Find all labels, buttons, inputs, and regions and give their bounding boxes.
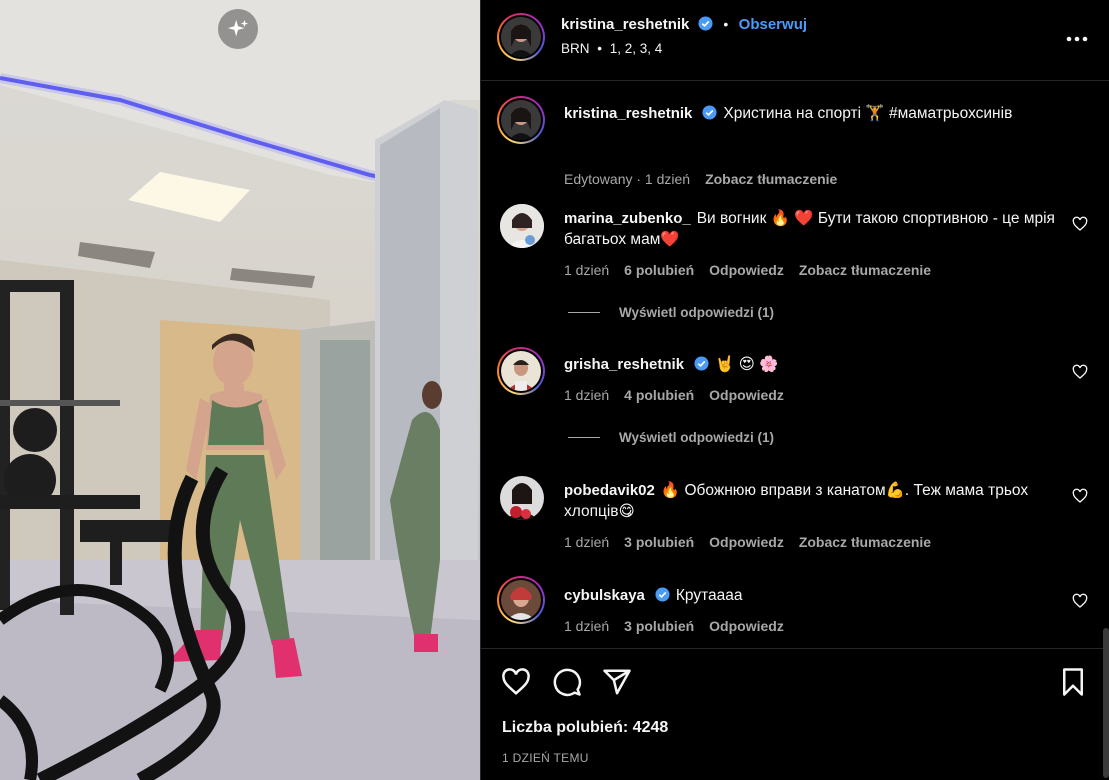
comment-avatar[interactable] bbox=[497, 347, 545, 395]
comment-time: 1 dzień bbox=[564, 387, 610, 403]
comment-text-row: pobedavik02 🔥 Обожнюю вправи з канатом💪. … bbox=[564, 480, 1064, 522]
comment-avatar[interactable] bbox=[497, 576, 545, 624]
comment-item: grisha_reshetnik 🤘 😍 🌸 1 dzień 4 polubień… bbox=[481, 347, 1109, 467]
post-media[interactable] bbox=[0, 0, 480, 780]
caption: kristina_reshetnik Христина на спорті 🏋️ … bbox=[481, 96, 1109, 187]
reply-button[interactable]: Odpowiedz bbox=[709, 534, 784, 550]
comment-time: 1 dzień bbox=[564, 618, 610, 634]
post-time: 1 DZIEŃ TEMU bbox=[502, 751, 589, 765]
comment-meta: 1 dzień 3 polubień Odpowiedz bbox=[564, 618, 784, 634]
comment-avatar[interactable] bbox=[500, 204, 544, 248]
view-replies-label: Wyświetl odpowiedzi (1) bbox=[619, 305, 775, 320]
comment-text-row: marina_zubenko_ Ви вогник 🔥 ❤️ Бути такою… bbox=[564, 208, 1064, 250]
likes-count[interactable]: Liczba polubień: 4248 bbox=[502, 719, 668, 737]
reply-button[interactable]: Odpowiedz bbox=[709, 387, 784, 403]
comment-username[interactable]: marina_zubenko_ bbox=[564, 210, 691, 227]
action-bar: Liczba polubień: 4248 1 DZIEŃ TEMU bbox=[481, 648, 1109, 780]
comment-icon[interactable] bbox=[552, 667, 582, 697]
comment-likes[interactable]: 4 polubień bbox=[624, 387, 694, 403]
comment-likes[interactable]: 3 polubień bbox=[624, 618, 694, 634]
comment-like-icon[interactable] bbox=[1072, 593, 1088, 609]
reply-button[interactable]: Odpowiedz bbox=[709, 262, 784, 278]
verified-icon bbox=[655, 587, 670, 602]
comment-translate[interactable]: Zobacz tłumaczenie bbox=[799, 262, 931, 278]
author-avatar[interactable] bbox=[497, 13, 545, 61]
comment-likes[interactable]: 6 polubień bbox=[624, 262, 694, 278]
comment-item: marina_zubenko_ Ви вогник 🔥 ❤️ Бути такою… bbox=[481, 202, 1109, 322]
comment-username[interactable]: cybulskaya bbox=[564, 587, 645, 604]
reply-button[interactable]: Odpowiedz bbox=[709, 618, 784, 634]
comment-meta: 1 dzień 6 polubień Odpowiedz Zobacz tłum… bbox=[564, 262, 931, 278]
caption-username[interactable]: kristina_reshetnik bbox=[564, 105, 692, 122]
post-panel: kristina_reshetnik • Obserwuj BRN • 1, 2… bbox=[480, 0, 1109, 780]
post-header: kristina_reshetnik • Obserwuj BRN • 1, 2… bbox=[481, 0, 1109, 81]
comment-text-row: cybulskaya Крутаааа bbox=[564, 585, 1064, 606]
verified-icon bbox=[702, 105, 717, 120]
replies-line bbox=[568, 312, 600, 313]
scrollbar[interactable] bbox=[1103, 628, 1109, 778]
comment-translate[interactable]: Zobacz tłumaczenie bbox=[799, 534, 931, 550]
caption-translate[interactable]: Zobacz tłumaczenie bbox=[705, 171, 837, 187]
comment-text: Крутаааа bbox=[675, 587, 743, 604]
separator-dot: • bbox=[723, 16, 729, 32]
comment-text: 🤘 😍 🌸 bbox=[715, 356, 779, 373]
comment-time: 1 dzień bbox=[564, 534, 610, 550]
caption-meta: Edytowany · 1 dzień Zobacz tłumaczenie bbox=[564, 171, 837, 187]
bookmark-icon[interactable] bbox=[1058, 667, 1088, 697]
share-icon[interactable] bbox=[602, 667, 632, 697]
sparkle-button[interactable] bbox=[218, 9, 258, 49]
comment-like-icon[interactable] bbox=[1072, 364, 1088, 380]
comment-time: 1 dzień bbox=[564, 262, 610, 278]
audio-info[interactable]: BRN • 1, 2, 3, 4 bbox=[561, 41, 662, 56]
comment-meta: 1 dzień 4 polubień Odpowiedz bbox=[564, 387, 784, 403]
more-icon bbox=[1066, 36, 1088, 42]
verified-icon bbox=[694, 356, 709, 371]
audio-tracks: 1, 2, 3, 4 bbox=[609, 41, 663, 56]
caption-text-row: kristina_reshetnik Христина на спорті 🏋️ … bbox=[564, 103, 1064, 124]
gym-photo bbox=[0, 0, 480, 780]
follow-button[interactable]: Obserwuj bbox=[739, 16, 807, 33]
comment-text-row: grisha_reshetnik 🤘 😍 🌸 bbox=[564, 354, 1064, 375]
comment-item: cybulskaya Крутаааа 1 dzień 3 polubień Od… bbox=[481, 576, 1109, 646]
view-replies-button[interactable]: Wyświetl odpowiedzi (1) bbox=[568, 430, 774, 445]
comment-like-icon[interactable] bbox=[1072, 488, 1088, 504]
comment-username[interactable]: pobedavik02 bbox=[564, 482, 655, 499]
heart-icon[interactable] bbox=[501, 667, 531, 697]
view-replies-button[interactable]: Wyświetl odpowiedzi (1) bbox=[568, 305, 774, 320]
comment-avatar[interactable] bbox=[500, 476, 544, 520]
view-replies-label: Wyświetl odpowiedzi (1) bbox=[619, 430, 775, 445]
header-title-row: kristina_reshetnik • Obserwuj bbox=[561, 16, 807, 34]
caption-text: Христина на спорті 🏋️ #маматрьохсинів bbox=[723, 105, 1013, 122]
replies-line bbox=[568, 437, 600, 438]
caption-edited: Edytowany · 1 dzień bbox=[564, 171, 691, 187]
more-options-button[interactable] bbox=[1065, 27, 1089, 51]
comment-likes[interactable]: 3 polubień bbox=[624, 534, 694, 550]
comment-meta: 1 dzień 3 polubień Odpowiedz Zobacz tłum… bbox=[564, 534, 931, 550]
comment-item: pobedavik02 🔥 Обожнюю вправи з канатом💪. … bbox=[481, 474, 1109, 554]
author-username[interactable]: kristina_reshetnik bbox=[561, 16, 689, 33]
sparkle-icon bbox=[227, 19, 249, 37]
caption-avatar[interactable] bbox=[497, 96, 545, 144]
audio-artist: BRN bbox=[561, 41, 590, 56]
audio-dot: • bbox=[597, 41, 603, 56]
comment-like-icon[interactable] bbox=[1072, 216, 1088, 232]
comment-username[interactable]: grisha_reshetnik bbox=[564, 356, 684, 373]
verified-icon bbox=[698, 16, 713, 31]
comments-list[interactable]: kristina_reshetnik Христина на спорті 🏋️ … bbox=[481, 82, 1109, 647]
